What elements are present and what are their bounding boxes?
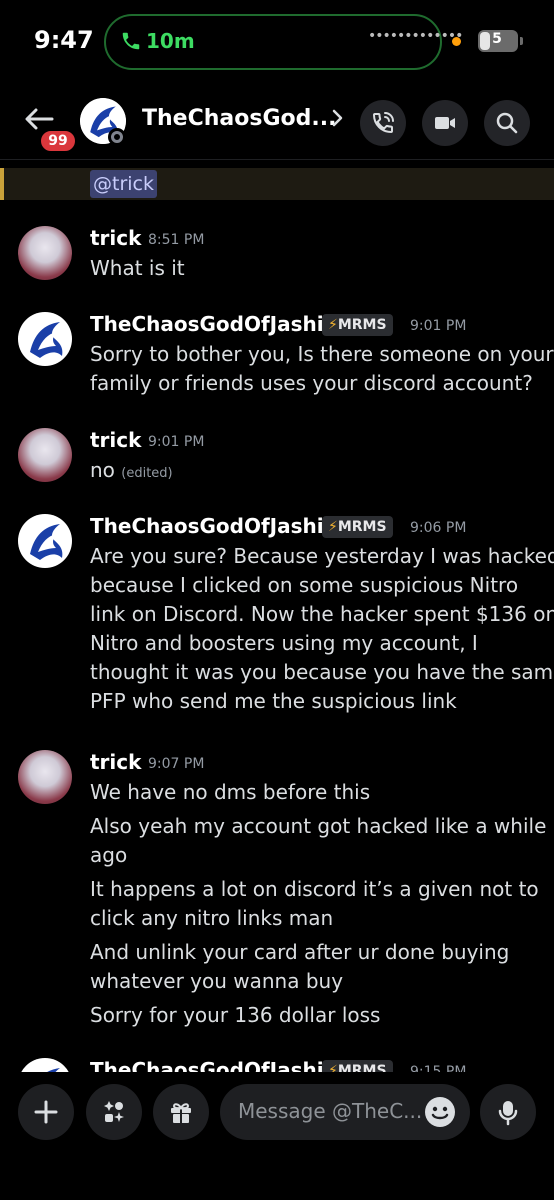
guild-tag[interactable]: ⚡MRMS: [322, 516, 393, 538]
message-timestamp: 8:51 PM: [148, 232, 205, 248]
avatar[interactable]: [18, 312, 72, 366]
avatar[interactable]: [18, 750, 72, 804]
wolf-avatar-icon: [47, 1068, 60, 1072]
message-text: We have no dms before this: [90, 780, 371, 804]
video-call-button[interactable]: [422, 100, 468, 146]
lightning-icon: ⚡: [328, 317, 338, 333]
message-author[interactable]: trick: [90, 428, 141, 452]
message-text: family or friends uses your discord acco…: [90, 371, 533, 395]
video-call-icon: [435, 117, 455, 129]
offline-status-icon: [108, 128, 126, 146]
message-text: whatever you wanna buy: [90, 969, 344, 993]
avatar[interactable]: [18, 514, 72, 568]
apps-button[interactable]: [86, 1084, 142, 1140]
message-text: click any nitro links man: [90, 906, 334, 930]
avatar[interactable]: [18, 226, 72, 280]
microphone-icon: [498, 1101, 518, 1126]
avatar[interactable]: [18, 428, 72, 482]
apps-icon: [104, 1101, 124, 1122]
wolf-avatar-icon: [30, 524, 63, 560]
voice-call-button[interactable]: [360, 100, 406, 146]
chat-header: 99 TheChaosGod...: [0, 84, 554, 160]
voice-message-button[interactable]: [480, 1084, 536, 1140]
battery-icon: 5: [478, 30, 518, 52]
mention-highlight: @trick: [0, 168, 554, 200]
edited-label: (edited): [121, 466, 173, 481]
message-text: Are you sure? Because yesterday I was ha…: [90, 544, 554, 568]
gift-icon: [171, 1103, 191, 1123]
message-author[interactable]: TheChaosGodOfJashin: [90, 514, 338, 538]
guild-tag-label: MRMS: [337, 1063, 387, 1072]
message-text: because I clicked on some suspicious Nit…: [90, 573, 519, 597]
audio-waveform-icon: •••••••••••••: [368, 28, 463, 44]
message-text: Also yeah my account got hacked like a w…: [90, 814, 547, 838]
message-timestamp: 9:06 PM: [410, 520, 467, 536]
message-text: Sorry for your 136 dollar loss: [90, 1003, 381, 1027]
message-text: What is it: [90, 256, 185, 280]
message-text: And unlink your card after ur done buyin…: [90, 940, 510, 964]
message-text: It happens a lot on discord it’s a given…: [90, 877, 539, 901]
guild-tag[interactable]: ⚡MRMS: [322, 314, 393, 336]
message-author[interactable]: trick: [90, 226, 141, 250]
message-timestamp: 9:01 PM: [410, 318, 467, 334]
message-text: Nitro and boosters using my account, I: [90, 631, 478, 655]
status-bar: 9:47 10m ••••••••••••• 5: [0, 0, 554, 84]
message-author[interactable]: TheChaosGodOfJashin: [90, 312, 338, 336]
message-text-content: no: [90, 458, 115, 482]
message-text: ago: [90, 843, 128, 867]
unread-badge: 99: [38, 128, 78, 154]
emoji-icon[interactable]: [424, 1096, 456, 1128]
message-text: Sorry to bother you, Is there someone on…: [90, 342, 554, 366]
guild-tag-label: MRMS: [337, 317, 387, 333]
attach-button[interactable]: [18, 1084, 74, 1140]
lightning-icon: ⚡: [328, 519, 338, 535]
voice-call-icon: [372, 112, 394, 134]
guild-tag-label: MRMS: [337, 519, 387, 535]
gift-button[interactable]: [153, 1084, 209, 1140]
search-icon: [496, 112, 518, 134]
wolf-avatar-icon: [30, 322, 63, 358]
battery-level: 5: [492, 31, 502, 47]
call-pill[interactable]: 10m •••••••••••••: [104, 14, 463, 70]
plus-icon: [34, 1100, 58, 1124]
lightning-icon: ⚡: [328, 1063, 338, 1072]
message-author[interactable]: trick: [90, 750, 141, 774]
message-timestamp: 9:01 PM: [148, 434, 205, 450]
battery-cap: [520, 37, 523, 45]
message-composer: Message @TheC...: [0, 1072, 554, 1200]
message-placeholder: Message @TheC...: [238, 1099, 423, 1123]
message-author[interactable]: TheChaosGodOfJashin: [90, 1058, 338, 1072]
channel-name[interactable]: TheChaosGod...: [142, 106, 336, 131]
message-timestamp: 9:15 PM: [410, 1064, 467, 1072]
message-text: link on Discord. Now the hacker spent $1…: [90, 602, 554, 626]
avatar[interactable]: [18, 1058, 72, 1072]
message-input[interactable]: Message @TheC...: [220, 1084, 470, 1140]
message-text: PFP who send me the suspicious link: [90, 689, 457, 713]
message-text: thought it was you because you have the …: [90, 660, 554, 684]
call-duration: 10m: [146, 29, 195, 53]
guild-tag[interactable]: ⚡MRMS: [322, 1060, 393, 1072]
status-time: 9:47: [34, 26, 94, 54]
chevron-right-icon[interactable]: [330, 106, 346, 130]
user-mention[interactable]: @trick: [90, 170, 157, 198]
message-text: no (edited): [90, 456, 173, 488]
search-button[interactable]: [484, 100, 530, 146]
message-timestamp: 9:07 PM: [148, 756, 205, 772]
message-list[interactable]: @trick trick 8:51 PM What is it TheChaos…: [0, 162, 554, 1072]
mic-indicator-dot: [452, 37, 461, 46]
phone-icon: [122, 32, 140, 50]
